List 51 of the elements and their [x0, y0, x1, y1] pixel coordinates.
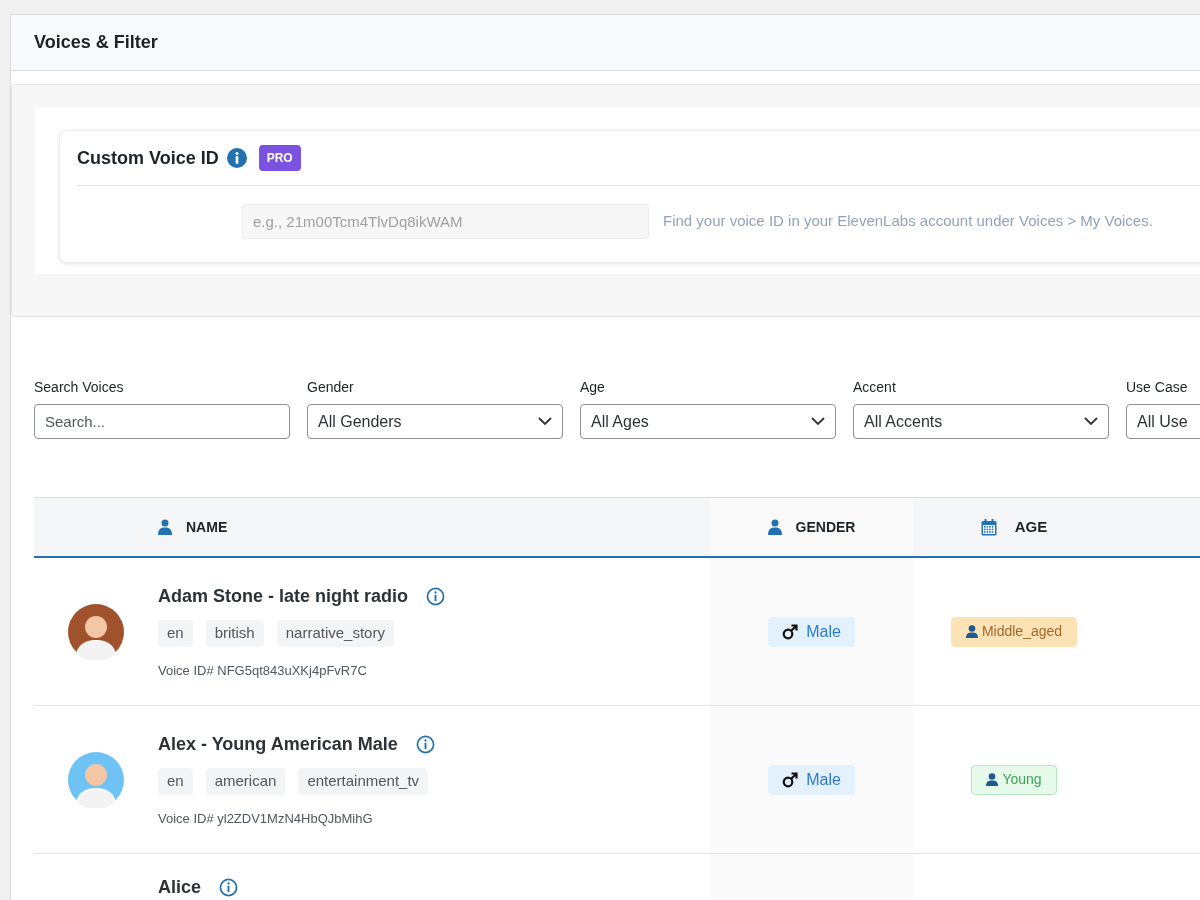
tag: american [205, 768, 286, 795]
gender-badge: Male [768, 616, 855, 647]
column-header: AGE [1014, 516, 1048, 537]
column-header: GENDER [795, 517, 856, 537]
chevron-down-icon [1084, 417, 1098, 426]
male-symbol-icon [782, 623, 799, 640]
voice-id: Voice ID# NFG5qt843uXKj4pFvR7C [158, 661, 368, 680]
voice-id-field[interactable]: e.g., 21m00Tcm4TlvDq8ikWAM [242, 204, 649, 239]
person-icon [965, 625, 978, 638]
voice-id: Voice ID# yl2ZDV1MzN4HbQJbMihG [158, 809, 374, 828]
info-icon[interactable] [219, 878, 239, 897]
select-field[interactable]: All Genders [307, 404, 563, 439]
age-badge: Middle_aged [950, 616, 1078, 647]
info-icon[interactable] [426, 587, 445, 606]
filter-label: Search Voices [34, 378, 125, 397]
filter-label: Gender [307, 378, 355, 397]
person-icon [986, 773, 999, 786]
search-field[interactable]: Search... [34, 404, 290, 439]
gender-badge: Male [768, 764, 855, 795]
person-icon [767, 519, 782, 535]
info-icon[interactable] [226, 148, 247, 168]
age-badge: Young [971, 764, 1057, 795]
column-header: NAME [186, 517, 228, 537]
male-symbol-icon [782, 771, 799, 788]
select-value: All Use [1137, 411, 1188, 432]
tag: british [205, 620, 264, 647]
filter-label: Accent [853, 378, 897, 397]
select-value: All Genders [318, 411, 402, 432]
chevron-down-icon [811, 417, 825, 426]
filter-label: Use Case [1126, 378, 1189, 397]
page-title: Voices & Filter [34, 31, 158, 54]
pro-badge: PRO [258, 145, 301, 171]
voice-name: Adam Stone - late night radio [158, 585, 408, 608]
tag: entertainment_tv [298, 768, 429, 795]
chevron-down-icon [538, 417, 552, 426]
help-text: Find your voice ID in your ElevenLabs account under Voices > My Voices. [663, 211, 1153, 232]
select-field[interactable]: All Accents [853, 404, 1109, 439]
select-field[interactable]: All Use [1126, 404, 1200, 439]
select-value: All Accents [864, 411, 943, 432]
voice-name: Alice [158, 876, 202, 899]
person-icon [158, 519, 172, 535]
calendar-icon [980, 518, 997, 536]
tag: en [158, 768, 193, 795]
card-title: Custom Voice ID [77, 146, 219, 170]
select-field[interactable]: All Ages [580, 404, 836, 439]
voice-name: Alex - Young American Male [158, 733, 398, 756]
filter-label: Age [580, 378, 606, 397]
tag: narrative_story [276, 620, 394, 647]
info-icon[interactable] [415, 735, 435, 754]
select-value: All Ages [591, 411, 649, 432]
tag: en [158, 620, 193, 647]
